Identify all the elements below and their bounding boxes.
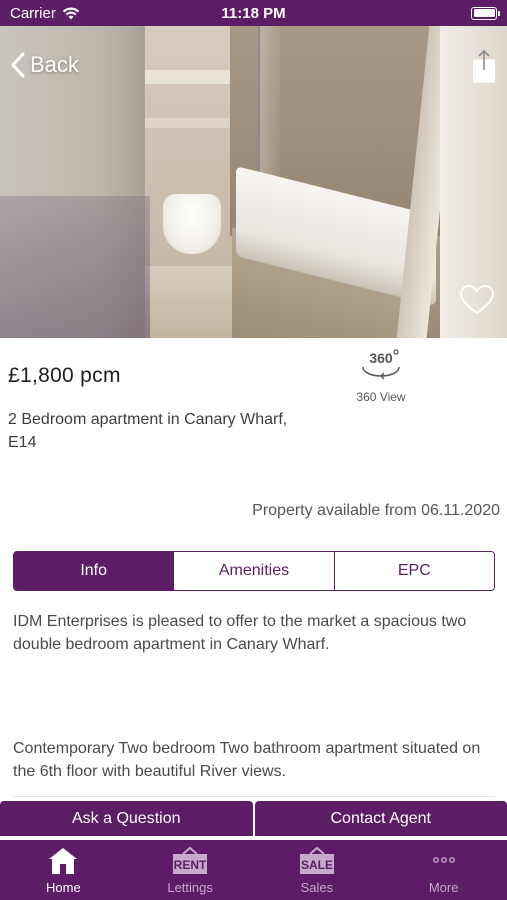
back-label: Back	[30, 52, 79, 77]
tab-amenities[interactable]: Amenities	[174, 552, 335, 590]
price: £1,800 pcm	[8, 364, 121, 387]
heart-icon[interactable]	[459, 284, 495, 316]
sale-sign-icon: SALE	[299, 846, 334, 874]
view-360-label: 360 View	[356, 390, 406, 404]
bottom-tab-bar: Home RENT Lettings SALE Sales More	[0, 840, 507, 900]
tabbar-label-more: More	[428, 880, 459, 895]
detail-tabs: Info Amenities EPC	[13, 551, 495, 591]
status-left: Carrier	[10, 5, 80, 22]
tab-epc[interactable]: EPC	[334, 552, 494, 590]
contact-agent-button[interactable]: Contact Agent	[254, 801, 507, 836]
ask-question-button[interactable]: Ask a Question	[0, 801, 253, 836]
tabbar-item-home[interactable]: Home	[0, 840, 127, 900]
action-bar: Ask a Question Contact Agent	[0, 801, 507, 836]
rotate-360-icon: 360	[362, 349, 400, 380]
svg-text:360: 360	[369, 350, 393, 366]
carrier-label: Carrier	[10, 4, 56, 22]
tabbar-label-lettings: Lettings	[167, 880, 213, 895]
wifi-icon	[62, 7, 80, 19]
home-icon	[49, 848, 78, 874]
tabbar-item-more[interactable]: More	[380, 840, 507, 900]
property-address: 2 Bedroom apartment in Canary Wharf, E14	[8, 411, 288, 451]
availability-text: Property available from 06.11.2020	[252, 502, 500, 519]
rent-sign-icon: RENT	[173, 846, 208, 874]
back-button[interactable]: Back	[10, 52, 79, 78]
chevron-left-icon	[11, 52, 25, 78]
share-icon[interactable]	[472, 50, 496, 84]
sale-badge-text: SALE	[301, 858, 333, 872]
battery-icon	[471, 6, 500, 20]
divider	[13, 796, 495, 797]
tabbar-label-home: Home	[46, 880, 81, 895]
tabbar-label-sales: Sales	[300, 880, 334, 895]
rent-badge-text: RENT	[174, 858, 207, 872]
view-360-button[interactable]: 360 360 View	[350, 348, 412, 404]
tabbar-item-sales[interactable]: SALE Sales	[254, 840, 381, 900]
tabbar-item-lettings[interactable]: RENT Lettings	[127, 840, 254, 900]
status-bar: Carrier 11:18 PM	[0, 0, 507, 26]
description-paragraph-2: Contemporary Two bedroom Two bathroom ap…	[13, 740, 481, 780]
more-dots-icon	[432, 857, 455, 863]
tab-info[interactable]: Info	[14, 552, 175, 590]
description-paragraph-1: IDM Enterprises is pleased to offer to t…	[13, 613, 467, 653]
